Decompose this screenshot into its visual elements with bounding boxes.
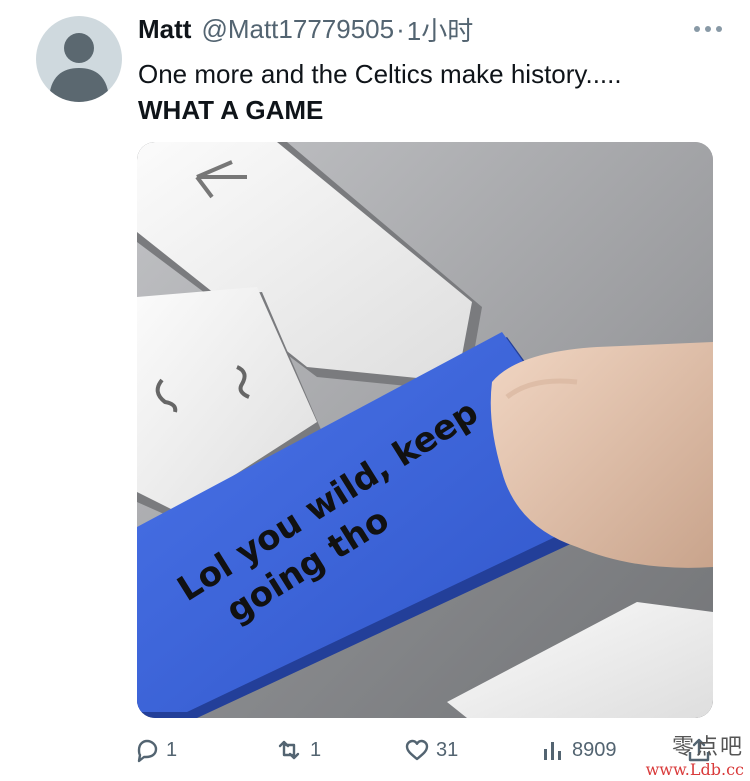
watermark-url: www.Ldb.cc xyxy=(645,760,744,779)
like-button[interactable]: 31 xyxy=(404,733,458,767)
more-horizontal-icon xyxy=(694,26,722,32)
tweet-text: One more and the Celtics make history...… xyxy=(138,56,622,128)
views-button[interactable]: 8909 xyxy=(540,733,617,767)
display-name[interactable]: Matt xyxy=(138,14,191,45)
keyboard-meme-image: Lol you wild, keepgoing tho xyxy=(137,142,713,718)
retweet-icon xyxy=(278,740,300,760)
tweet-media-image[interactable]: Lol you wild, keepgoing tho xyxy=(137,142,713,718)
retweet-count: 1 xyxy=(310,738,322,761)
analytics-icon xyxy=(544,742,561,760)
reply-button[interactable]: 1 xyxy=(134,733,177,767)
like-count: 31 xyxy=(436,738,459,761)
user-handle[interactable]: @Matt17779505 xyxy=(201,14,394,45)
tweet-text-line: One more and the Celtics make history...… xyxy=(138,59,622,89)
default-avatar-icon xyxy=(49,33,109,102)
heart-icon xyxy=(405,739,429,761)
timestamp[interactable]: 1小时 xyxy=(407,11,473,48)
watermark-text: 零点吧 xyxy=(671,735,744,760)
more-options-button[interactable] xyxy=(688,16,728,42)
retweet-button[interactable]: 1 xyxy=(274,733,321,767)
site-watermark: 零点吧 www.Ldb.cc xyxy=(646,736,744,780)
reply-count: 1 xyxy=(166,738,178,761)
separator-dot: · xyxy=(396,13,405,44)
avatar[interactable] xyxy=(36,16,122,102)
tweet-header: Matt @Matt17779505 · 1小时 xyxy=(138,12,473,46)
reply-icon xyxy=(137,739,158,763)
views-count: 8909 xyxy=(572,738,617,761)
tweet-text-emphasis: WHAT A GAME xyxy=(138,95,324,125)
tweet-actions: 1 1 31 8909 xyxy=(134,733,734,767)
tweet: Matt @Matt17779505 · 1小时 One more and th… xyxy=(0,0,750,781)
